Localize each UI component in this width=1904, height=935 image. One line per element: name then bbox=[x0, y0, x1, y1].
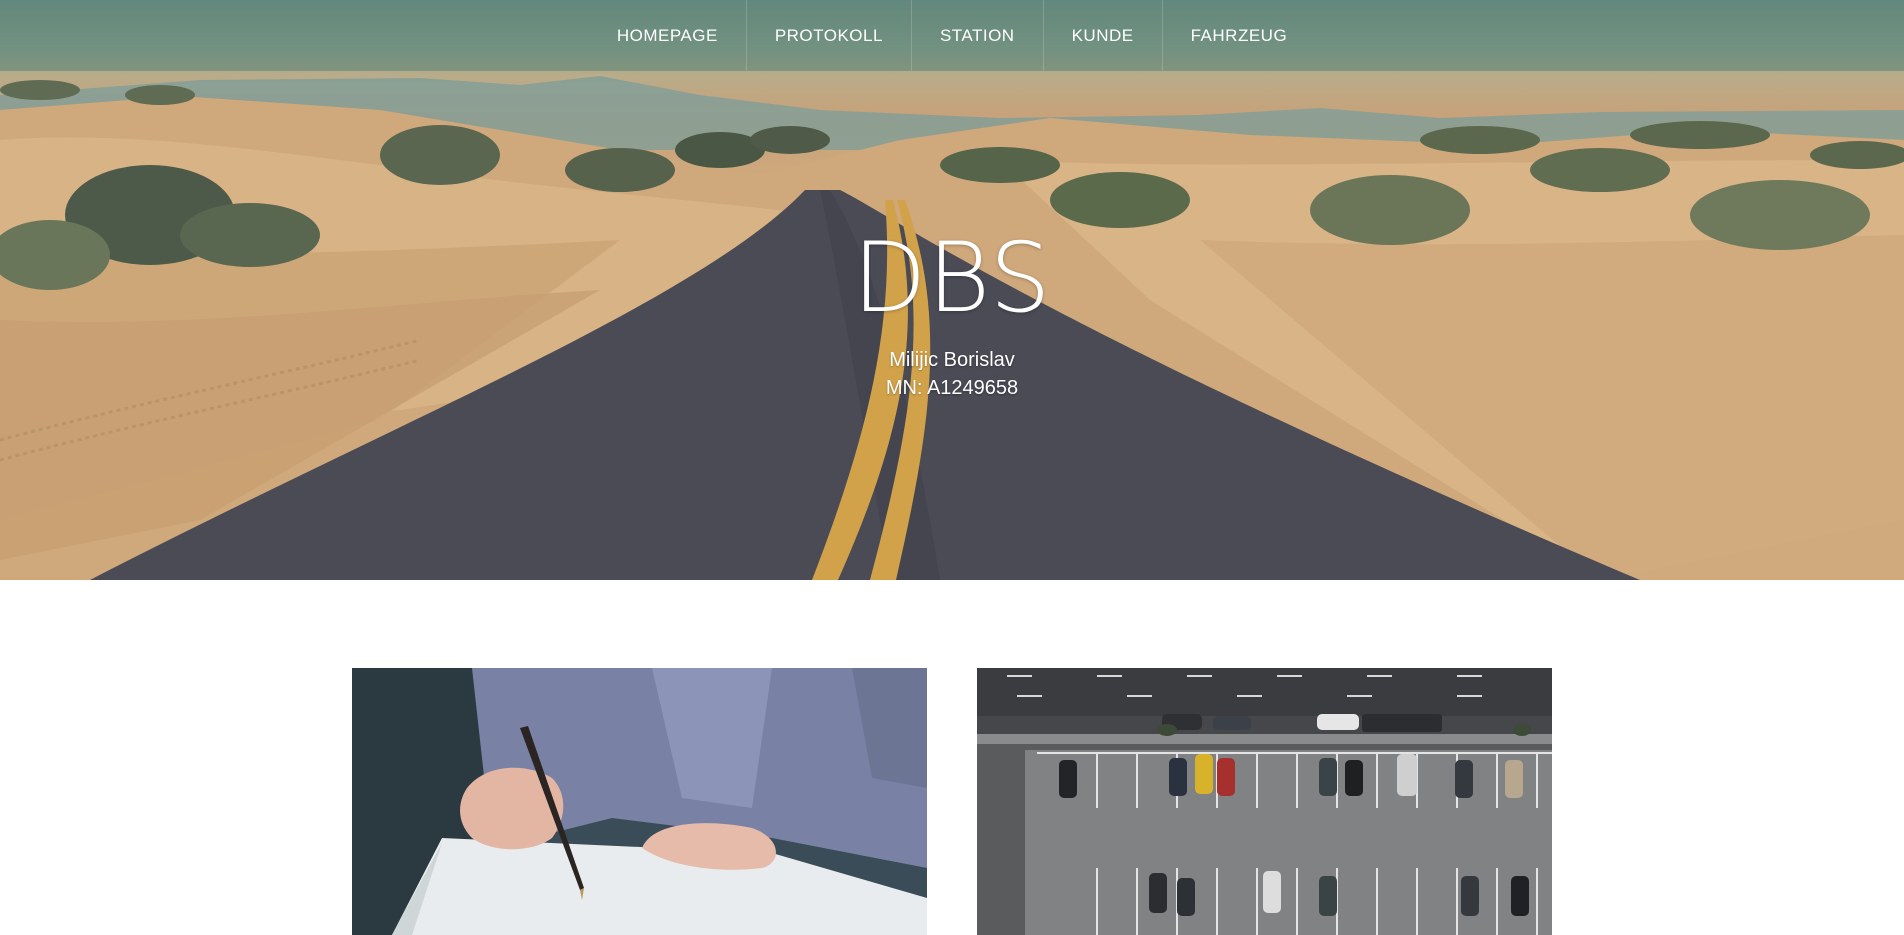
nav-fahrzeug[interactable]: FAHRZEUG bbox=[1161, 0, 1316, 71]
nav-homepage[interactable]: HOMEPAGE bbox=[589, 0, 746, 71]
person-signing-document-image bbox=[352, 668, 927, 935]
card-protokoll-image[interactable] bbox=[352, 668, 927, 935]
hero-author-name: Milijic Borislav bbox=[889, 349, 1015, 371]
card-station-image[interactable] bbox=[977, 668, 1552, 935]
parking-lot-aerial-image bbox=[977, 668, 1552, 935]
main-navigation: HOMEPAGE PROTOKOLL STATION KUNDE FAHRZEU… bbox=[0, 0, 1904, 71]
nav-kunde[interactable]: KUNDE bbox=[1042, 0, 1162, 71]
hero-banner: HOMEPAGE PROTOKOLL STATION KUNDE FAHRZEU… bbox=[0, 0, 1904, 580]
hero-title: DBS bbox=[852, 222, 1052, 334]
nav-station[interactable]: STATION bbox=[910, 0, 1043, 71]
hero-matriculation-number: MN: A1249658 bbox=[885, 377, 1019, 399]
nav-protokoll[interactable]: PROTOKOLL bbox=[745, 0, 911, 71]
